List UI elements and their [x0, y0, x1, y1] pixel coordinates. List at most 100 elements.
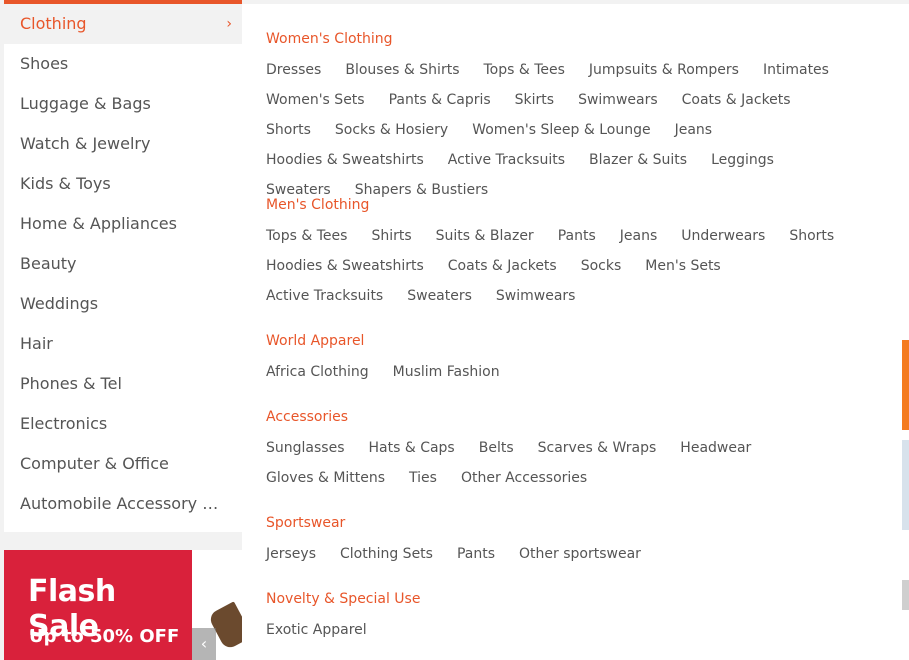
sidebar-item-label: Electronics	[20, 414, 108, 433]
menu-link[interactable]: Shirts	[371, 227, 411, 257]
menu-link[interactable]: Shorts	[266, 121, 311, 151]
sidebar-item-label: Luggage & Bags	[20, 94, 151, 113]
menu-link[interactable]: Blazer & Suits	[589, 151, 687, 181]
menu-link[interactable]: Coats & Jackets	[448, 257, 557, 287]
group-title[interactable]: Sportswear	[266, 513, 866, 533]
menu-link[interactable]: Sweaters	[407, 287, 472, 317]
sidebar-item-luggage-bags[interactable]: Luggage & Bags	[4, 84, 242, 124]
menu-link[interactable]: Women's Sleep & Lounge	[472, 121, 650, 151]
menu-link[interactable]: Hats & Caps	[368, 439, 454, 469]
menu-link[interactable]: Scarves & Wraps	[538, 439, 657, 469]
menu-link[interactable]: Socks & Hosiery	[335, 121, 448, 151]
menu-link[interactable]: Ties	[409, 469, 437, 499]
right-banner-blue[interactable]	[902, 440, 909, 530]
menu-link[interactable]: Shorts	[789, 227, 834, 257]
group-links: Africa Clothing Muslim Fashion	[266, 363, 866, 393]
group-title[interactable]: Women's Clothing	[266, 29, 866, 49]
sidebar-item-home-appliances[interactable]: Home & Appliances	[4, 204, 242, 244]
flash-sale-banner[interactable]: Flash Sale Up to 50% OFF	[4, 550, 192, 660]
sidebar-item-automobile[interactable]: Automobile Accessory &...	[4, 484, 242, 524]
carousel-prev-button[interactable]: ‹	[192, 628, 216, 660]
sidebar-item-electronics[interactable]: Electronics	[4, 404, 242, 444]
menu-link[interactable]: Muslim Fashion	[393, 363, 500, 393]
menu-link[interactable]: Headwear	[680, 439, 751, 469]
menu-link[interactable]: Women's Sets	[266, 91, 365, 121]
menu-link[interactable]: Belts	[479, 439, 514, 469]
flash-sale-subtitle: Up to 50% OFF	[29, 626, 180, 647]
menu-link[interactable]: Other sportswear	[519, 545, 641, 575]
menu-link[interactable]: Coats & Jackets	[682, 91, 791, 121]
sidebar-item-computer-office[interactable]: Computer & Office	[4, 444, 242, 484]
sidebar-item-label: Weddings	[20, 294, 99, 313]
sidebar-item-label: Clothing	[20, 14, 87, 33]
category-sidebar: Clothing › Shoes Luggage & Bags Watch & …	[4, 4, 242, 532]
sidebar-item-shoes[interactable]: Shoes	[4, 44, 242, 84]
right-banner-gray[interactable]	[902, 580, 909, 610]
menu-link[interactable]: Gloves & Mittens	[266, 469, 385, 499]
right-banner-orange[interactable]	[902, 340, 909, 430]
sidebar-item-watch-jewelry[interactable]: Watch & Jewelry	[4, 124, 242, 164]
group-world-apparel: World Apparel Africa Clothing Muslim Fash…	[266, 331, 866, 393]
menu-link[interactable]: Blouses & Shirts	[345, 61, 459, 91]
menu-link[interactable]: Jeans	[620, 227, 658, 257]
group-links: Sunglasses Hats & Caps Belts Scarves & Wrap…	[266, 439, 866, 499]
group-title[interactable]: Accessories	[266, 407, 866, 427]
group-accessories: Accessories Sunglasses Hats & Caps Belts Sc…	[266, 407, 866, 499]
menu-link[interactable]: Suits & Blazer	[436, 227, 534, 257]
group-title[interactable]: Men's Clothing	[266, 195, 866, 215]
menu-link[interactable]: Active Tracksuits	[448, 151, 565, 181]
sidebar-item-label: Phones & Tel	[20, 374, 122, 393]
menu-link[interactable]: Jeans	[675, 121, 713, 151]
menu-link[interactable]: Underwears	[681, 227, 765, 257]
right-banner-edge	[902, 4, 909, 660]
menu-link[interactable]: Jumpsuits & Rompers	[589, 61, 739, 91]
sidebar-item-clothing[interactable]: Clothing ›	[4, 4, 242, 44]
sidebar-item-label: Beauty	[20, 254, 77, 273]
menu-link[interactable]: Swimwears	[496, 287, 576, 317]
sidebar-item-label: Watch & Jewelry	[20, 134, 151, 153]
menu-link[interactable]: Socks	[581, 257, 622, 287]
menu-link[interactable]: Tops & Tees	[266, 227, 347, 257]
group-title[interactable]: World Apparel	[266, 331, 866, 351]
sidebar-item-weddings[interactable]: Weddings	[4, 284, 242, 324]
sidebar-item-hair[interactable]: Hair	[4, 324, 242, 364]
sidebar-item-beauty[interactable]: Beauty	[4, 244, 242, 284]
sidebar-item-label: Kids & Toys	[20, 174, 111, 193]
menu-link[interactable]: Active Tracksuits	[266, 287, 383, 317]
menu-link[interactable]: Leggings	[711, 151, 774, 181]
group-mens-clothing: Men's Clothing Tops & Tees Shirts Suits & …	[266, 195, 866, 317]
menu-link[interactable]: Jerseys	[266, 545, 316, 575]
menu-link[interactable]: Dresses	[266, 61, 321, 91]
group-links: Dresses Blouses & Shirts Tops & Tees Jumpsu…	[266, 61, 866, 211]
menu-link[interactable]: Pants	[457, 545, 495, 575]
group-links: Exotic Apparel	[266, 621, 866, 651]
menu-link[interactable]: Pants & Capris	[389, 91, 491, 121]
sidebar-item-label: Automobile Accessory &...	[20, 494, 230, 513]
menu-link[interactable]: Clothing Sets	[340, 545, 433, 575]
group-links: Tops & Tees Shirts Suits & Blazer Pants Jean…	[266, 227, 866, 317]
menu-link[interactable]: Other Accessories	[461, 469, 587, 499]
menu-link[interactable]: Africa Clothing	[266, 363, 369, 393]
menu-link[interactable]: Intimates	[763, 61, 829, 91]
sidebar-item-label: Home & Appliances	[20, 214, 177, 233]
group-womens-clothing: Women's Clothing Dresses Blouses & Shirts…	[266, 29, 866, 211]
menu-link[interactable]: Hoodies & Sweatshirts	[266, 257, 424, 287]
menu-link[interactable]: Exotic Apparel	[266, 621, 367, 651]
group-novelty-special-use: Novelty & Special Use Exotic Apparel	[266, 589, 866, 651]
menu-link[interactable]: Skirts	[515, 91, 554, 121]
mega-menu-panel: Women's Clothing Dresses Blouses & Shirts…	[242, 4, 902, 660]
group-sportswear: Sportswear Jerseys Clothing Sets Pants Othe…	[266, 513, 866, 575]
group-title[interactable]: Novelty & Special Use	[266, 589, 866, 609]
menu-link[interactable]: Swimwears	[578, 91, 658, 121]
sidebar-item-kids-toys[interactable]: Kids & Toys	[4, 164, 242, 204]
menu-link[interactable]: Sunglasses	[266, 439, 344, 469]
sidebar-item-phones-tel[interactable]: Phones & Tel	[4, 364, 242, 404]
sidebar-item-label: Computer & Office	[20, 454, 169, 473]
menu-link[interactable]: Tops & Tees	[483, 61, 564, 91]
menu-link[interactable]: Hoodies & Sweatshirts	[266, 151, 424, 181]
sidebar-item-label: Shoes	[20, 54, 69, 73]
sidebar-item-label: Hair	[20, 334, 53, 353]
menu-link[interactable]: Pants	[558, 227, 596, 257]
menu-link[interactable]: Men's Sets	[645, 257, 720, 287]
group-links: Jerseys Clothing Sets Pants Other sportswea…	[266, 545, 866, 575]
